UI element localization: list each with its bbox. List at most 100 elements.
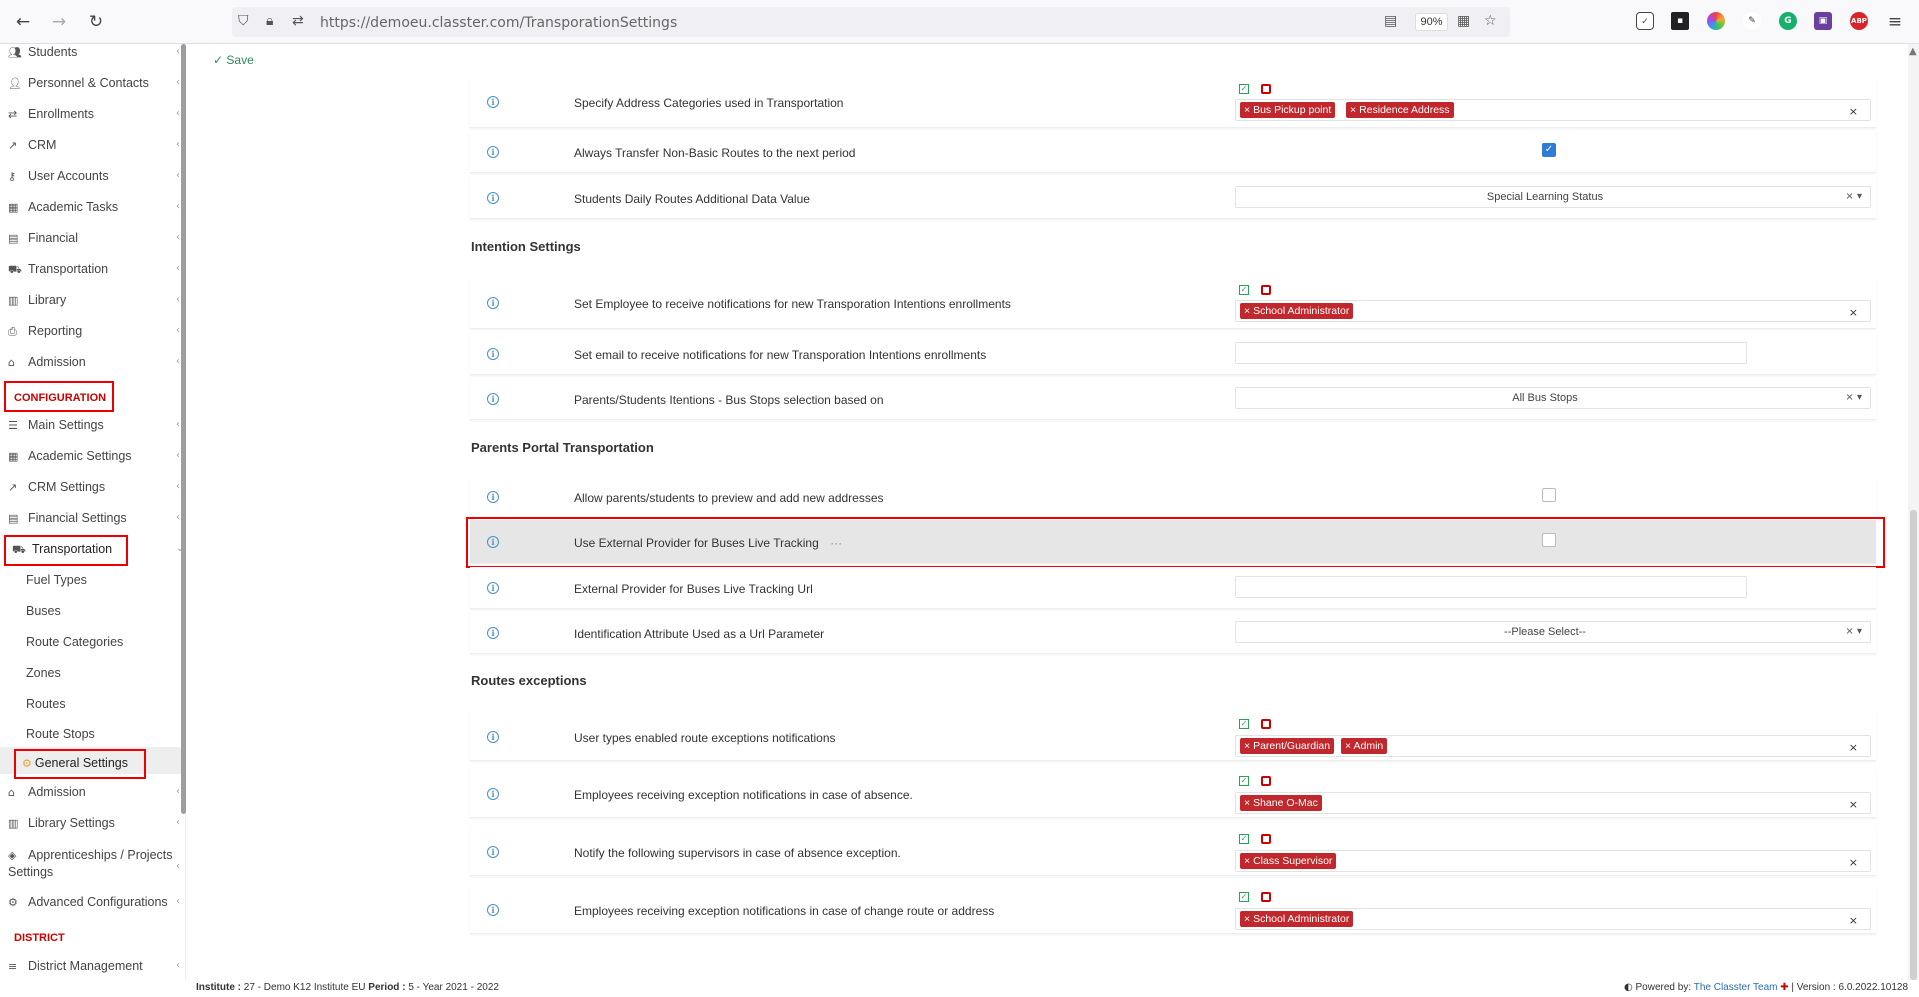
deselect-all-icon[interactable] (1261, 719, 1271, 729)
clear-dropdown-icon[interactable]: × ▾ (1845, 626, 1862, 637)
clear-icon[interactable]: × (1849, 856, 1858, 869)
sidebar-sub-zones[interactable]: Zones (26, 666, 61, 680)
exception-absence-employees-multiselect[interactable]: × Shane O-Mac × (1235, 792, 1871, 814)
sidebar-item-enrollments[interactable]: ⇄ Enrollments (8, 107, 94, 121)
select-all-icon[interactable]: ✓ (1239, 892, 1249, 902)
sidebar-item-academic-tasks[interactable]: ▦ Academic Tasks (8, 200, 118, 214)
info-icon[interactable]: i (487, 731, 499, 743)
sidebar-item-apprenticeships[interactable]: ◈ Apprenticeships / Projects Settings (8, 847, 173, 880)
sidebar-item-advanced-configurations[interactable]: ⚙ Advanced Configurations (8, 895, 168, 909)
tag[interactable]: × Residence Address (1346, 102, 1454, 118)
sidebar-sub-routes[interactable]: Routes (26, 697, 66, 711)
sidebar-item-personnel[interactable]: 👤︎ Personnel & Contacts (8, 76, 149, 90)
clear-icon[interactable]: × (1849, 741, 1858, 754)
grammarly-icon[interactable]: G (1779, 12, 1797, 30)
address-bar[interactable]: ⛉ 🔒︎ ⇄ https://demoeu.classter.com/Trans… (232, 7, 1510, 37)
info-icon[interactable]: i (487, 904, 499, 916)
intention-employee-multiselect[interactable]: × School Administrator × (1235, 300, 1871, 322)
color-picker-icon[interactable] (1707, 12, 1725, 30)
info-icon[interactable]: i (487, 297, 499, 309)
tag[interactable]: × Parent/Guardian (1240, 738, 1335, 754)
tag[interactable]: × School Administrator (1240, 303, 1354, 319)
reader-view-icon[interactable]: ▤ (1384, 13, 1397, 29)
tag[interactable]: × School Administrator (1240, 911, 1354, 927)
url-parameter-select[interactable]: --Please Select-- × ▾ (1235, 621, 1871, 643)
scroll-up-icon[interactable]: ▲ (1909, 46, 1917, 57)
reload-icon[interactable]: ↻ (86, 12, 106, 32)
adblock-icon[interactable]: ABP (1850, 12, 1868, 30)
clear-dropdown-icon[interactable]: × ▾ (1845, 191, 1862, 202)
tracking-url-input[interactable] (1235, 576, 1747, 598)
sidebar-item-main-settings[interactable]: ☰ Main Settings (8, 418, 104, 432)
back-arrow-icon[interactable]: ← (13, 12, 33, 32)
info-icon[interactable]: i (487, 491, 499, 503)
clear-icon[interactable]: × (1849, 105, 1858, 118)
permissions-icon[interactable]: ⇄ (292, 13, 304, 29)
sidebar-item-academic-settings[interactable]: ▦ Academic Settings (8, 449, 132, 463)
sidebar-item-reporting[interactable]: ⎙ Reporting (8, 324, 82, 339)
select-all-icon[interactable]: ✓ (1239, 834, 1249, 844)
preview-addresses-checkbox[interactable] (1542, 488, 1556, 502)
sidebar-item-students[interactable]: 👥︎ Students (8, 45, 77, 59)
intention-email-input[interactable] (1235, 342, 1747, 364)
deselect-all-icon[interactable] (1261, 285, 1271, 295)
transfer-routes-checkbox[interactable]: ✓ (1542, 143, 1556, 157)
sidebar-item-admission[interactable]: ⌂ Admission (8, 355, 86, 369)
info-icon[interactable]: i (487, 393, 499, 405)
extension-grid-icon[interactable]: ▦ (1457, 13, 1470, 29)
clear-icon[interactable]: × (1849, 914, 1858, 927)
bus-stops-select[interactable]: All Bus Stops × ▾ (1235, 387, 1871, 409)
bookmark-star-icon[interactable]: ☆ (1484, 13, 1497, 29)
deselect-all-icon[interactable] (1261, 892, 1271, 902)
info-icon[interactable]: i (487, 146, 499, 158)
content-scrollbar-thumb[interactable] (1910, 510, 1917, 980)
lock-icon[interactable]: 🔒︎ (266, 13, 273, 29)
info-icon[interactable]: i (487, 192, 499, 204)
forward-arrow-icon[interactable]: → (49, 12, 69, 32)
clear-icon[interactable]: × (1849, 798, 1858, 811)
shield-icon[interactable]: ⛉ (238, 13, 249, 29)
tag[interactable]: × Bus Pickup point (1240, 102, 1336, 118)
apps-icon[interactable]: ▪ (1671, 12, 1689, 30)
select-all-icon[interactable]: ✓ (1239, 84, 1249, 94)
clear-icon[interactable]: × (1849, 306, 1858, 319)
info-icon[interactable]: i (487, 788, 499, 800)
sidebar-sub-route-categories[interactable]: Route Categories (26, 635, 123, 649)
zoom-level[interactable]: 90% (1415, 13, 1448, 31)
select-all-icon[interactable]: ✓ (1239, 285, 1249, 295)
sidebar-sub-buses[interactable]: Buses (26, 604, 61, 618)
save-button[interactable]: ✓ Save (213, 53, 254, 67)
deselect-all-icon[interactable] (1261, 834, 1271, 844)
clear-dropdown-icon[interactable]: × ▾ (1845, 392, 1862, 403)
pocket-icon[interactable]: ✓ (1636, 12, 1654, 30)
menu-icon[interactable]: ≡ (1885, 12, 1905, 32)
deselect-all-icon[interactable] (1261, 84, 1271, 94)
info-icon[interactable]: i (487, 582, 499, 594)
tag[interactable]: × Admin (1341, 738, 1388, 754)
address-categories-multiselect[interactable]: × Bus Pickup point × Residence Address × (1235, 99, 1871, 121)
sidebar-scrollbar[interactable] (181, 44, 186, 814)
sidebar-item-user-accounts[interactable]: ⚷ User Accounts (8, 169, 109, 183)
sidebar-sub-fuel-types[interactable]: Fuel Types (26, 573, 87, 587)
exception-supervisors-multiselect[interactable]: × Class Supervisor × (1235, 850, 1871, 872)
select-all-icon[interactable]: ✓ (1239, 776, 1249, 786)
extension-icon[interactable]: ▣ (1814, 12, 1832, 30)
sidebar-item-financial-settings[interactable]: ▤ Financial Settings (8, 511, 127, 525)
sidebar-item-district-management[interactable]: ≡ District Management (8, 959, 143, 973)
exception-user-types-multiselect[interactable]: × Parent/Guardian × Admin × (1235, 735, 1871, 757)
sidebar-item-financial[interactable]: ▤ Financial (8, 231, 78, 245)
sidebar-item-admission-config[interactable]: ⌂ Admission (8, 785, 86, 799)
sidebar-item-library[interactable]: ▥ Library (8, 293, 66, 307)
sidebar-item-transportation[interactable]: ⛟ Transportation (8, 262, 108, 278)
classter-team-link[interactable]: The Classter Team (1694, 982, 1778, 993)
info-icon[interactable]: i (487, 96, 499, 108)
sidebar-item-crm-settings[interactable]: ↗ CRM Settings (8, 480, 105, 494)
url-text[interactable]: https://demoeu.classter.com/Transporatio… (320, 15, 677, 31)
eyedropper-icon[interactable]: ✎ (1743, 12, 1761, 30)
sidebar-sub-route-stops[interactable]: Route Stops (26, 727, 95, 741)
select-all-icon[interactable]: ✓ (1239, 719, 1249, 729)
info-icon[interactable]: i (487, 627, 499, 639)
deselect-all-icon[interactable] (1261, 776, 1271, 786)
tag[interactable]: × Shane O-Mac (1240, 795, 1322, 811)
sidebar-item-library-settings[interactable]: ▥ Library Settings (8, 816, 115, 830)
